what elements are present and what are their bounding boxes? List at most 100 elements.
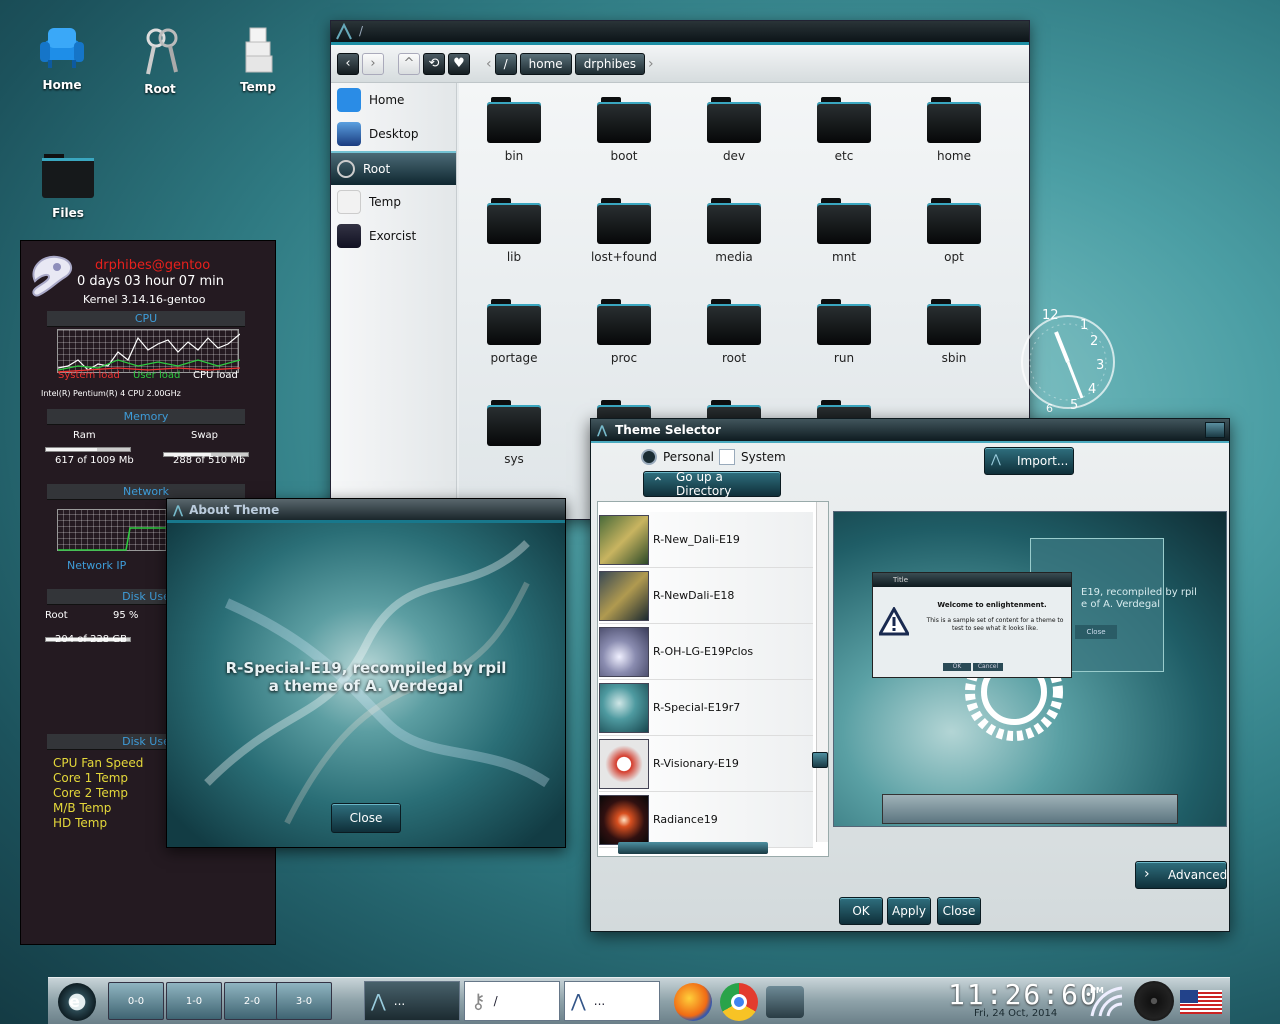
pager-desk-0[interactable]: 0-0	[108, 982, 164, 1020]
pager-desk-3[interactable]: 3-0	[276, 982, 332, 1020]
list-item[interactable]: R-Special-E19r7	[599, 680, 813, 736]
folder-item[interactable]: bin	[469, 97, 559, 163]
folder-icon	[597, 97, 651, 143]
theme-list[interactable]: R-New_Dali-E19 R-NewDali-E18 R-OH-LG-E19…	[597, 501, 829, 857]
preview-sample: This is a sample set of content for a th…	[926, 617, 1064, 632]
back-button[interactable]: ‹	[337, 52, 359, 75]
favorites-button[interactable]: ♥	[448, 52, 470, 75]
folder-label: etc	[834, 149, 854, 163]
clock-number: 6	[1046, 402, 1053, 415]
advanced-button[interactable]: › Advanced	[1135, 861, 1227, 889]
cpu-graph	[57, 329, 241, 373]
clock-time[interactable]: 11:26:60	[948, 978, 1099, 1011]
preview-welcome: Welcome to enlightenment.	[937, 601, 1047, 609]
horizontal-scrollbar[interactable]	[618, 842, 768, 854]
enlightenment-icon: ⋀	[371, 990, 386, 1012]
folder-label: proc	[610, 351, 638, 365]
preview-dialog: Title Welcome to enlightenment. This is …	[872, 572, 1072, 678]
desktop-icon-files[interactable]: Files	[28, 150, 108, 220]
radio-label: Personal	[663, 450, 715, 464]
import-button[interactable]: ⋀ Import...	[984, 447, 1074, 475]
sidebar-item-desktop[interactable]: Desktop	[331, 117, 456, 151]
chevron-right-icon[interactable]: ›	[648, 56, 654, 72]
close-button[interactable]: Close	[331, 803, 401, 833]
firefox-icon[interactable]	[674, 983, 712, 1021]
task-theme-selector[interactable]: ⋀ ...	[364, 981, 460, 1021]
heart-icon: ♥	[453, 56, 465, 71]
folder-item[interactable]: etc	[799, 97, 889, 163]
folder-item[interactable]: sys	[469, 400, 559, 466]
radio-system[interactable]: System	[719, 449, 786, 465]
folder-item[interactable]: proc	[579, 299, 669, 365]
armchair-icon	[36, 22, 88, 74]
folder-item[interactable]: dev	[689, 97, 779, 163]
clock-widget[interactable]: 12 1 2 3 4 5 6	[1020, 306, 1116, 416]
desktop-icon-home[interactable]: Home	[22, 22, 102, 92]
task-file-manager[interactable]: ⚷ /	[464, 981, 560, 1021]
folder-item[interactable]: media	[689, 198, 779, 264]
boxes-icon	[232, 24, 284, 76]
sensor-label: M/B Temp	[53, 801, 112, 815]
list-item[interactable]: R-NewDali-E18	[599, 568, 813, 624]
task-about-theme[interactable]: ⋀ ...	[564, 981, 660, 1021]
scrollbar-thumb[interactable]	[812, 752, 828, 768]
folder-item[interactable]: root	[689, 299, 779, 365]
refresh-button[interactable]: ⟲	[423, 52, 445, 75]
conky-user: drphibes@gentoo	[95, 258, 211, 273]
folder-icon	[817, 198, 871, 244]
maximize-button[interactable]	[1205, 422, 1225, 438]
music-player-icon[interactable]	[1134, 981, 1174, 1021]
theme-thumbnail	[599, 794, 649, 845]
breadcrumb-drphibes[interactable]: drphibes	[574, 52, 646, 75]
sidebar: Home Desktop Root Temp Exorcist	[331, 83, 457, 519]
preview-close-button: Close	[1075, 625, 1117, 639]
list-item[interactable]: Radiance19	[599, 792, 813, 848]
folder-item[interactable]: boot	[579, 97, 669, 163]
vertical-scrollbar[interactable]	[812, 502, 828, 842]
up-button[interactable]: ^	[398, 52, 420, 75]
us-flag-icon[interactable]	[1180, 990, 1222, 1014]
list-item[interactable]: R-Visionary-E19	[599, 736, 813, 792]
window-titlebar[interactable]: /	[331, 21, 1029, 45]
radio-personal[interactable]: Personal	[641, 449, 714, 465]
folder-item[interactable]: lib	[469, 198, 559, 264]
sidebar-item-home[interactable]: Home	[331, 83, 456, 117]
wifi-icon[interactable]	[1088, 982, 1128, 1020]
window-titlebar[interactable]: ⋀ Theme Selector	[591, 419, 1229, 443]
desktop-icon-temp[interactable]: Temp	[218, 24, 298, 94]
ram-value: 617 of 1009 Mb	[55, 455, 134, 466]
window-titlebar[interactable]: ⋀ About Theme	[167, 499, 565, 523]
close-button[interactable]: Close	[937, 897, 981, 925]
breadcrumb-root[interactable]: /	[494, 52, 517, 75]
start-menu-button[interactable]: e	[58, 983, 96, 1021]
folder-item[interactable]: home	[909, 97, 999, 163]
forward-button[interactable]: ›	[362, 52, 384, 75]
desktop-icon-root[interactable]: Root	[120, 26, 200, 96]
ok-button[interactable]: OK	[839, 897, 883, 925]
arrow-up-icon: ⌃	[652, 475, 664, 491]
button-label: Import...	[1017, 454, 1069, 468]
breadcrumb-label: /	[503, 56, 508, 71]
sidebar-item-root[interactable]: Root	[331, 151, 456, 185]
list-item[interactable]: R-New_Dali-E19	[599, 512, 813, 568]
go-up-directory-button[interactable]: ⌃ Go up a Directory	[643, 470, 781, 498]
folder-item[interactable]: run	[799, 299, 889, 365]
sidebar-item-temp[interactable]: Temp	[331, 185, 456, 219]
folder-item[interactable]: portage	[469, 299, 559, 365]
breadcrumb-home[interactable]: home	[519, 52, 572, 75]
pager-desk-2[interactable]: 2-0	[224, 982, 280, 1020]
chevron-left-icon[interactable]: ‹	[486, 56, 492, 72]
monitor-icon[interactable]	[766, 986, 804, 1018]
folder-item[interactable]: mnt	[799, 198, 889, 264]
apply-button[interactable]: Apply	[887, 897, 931, 925]
folder-item[interactable]: lost+found	[579, 198, 669, 264]
pager-desk-1[interactable]: 1-0	[166, 982, 222, 1020]
list-item[interactable]: R-OH-LG-E19Pclos	[599, 624, 813, 680]
folder-icon	[927, 299, 981, 345]
sidebar-item-exorcist[interactable]: Exorcist	[331, 219, 456, 253]
chrome-icon[interactable]	[720, 983, 758, 1021]
radio-unchecked-icon	[719, 449, 735, 465]
folder-item[interactable]: sbin	[909, 299, 999, 365]
enlightenment-icon: ⋀	[173, 502, 184, 517]
folder-item[interactable]: opt	[909, 198, 999, 264]
